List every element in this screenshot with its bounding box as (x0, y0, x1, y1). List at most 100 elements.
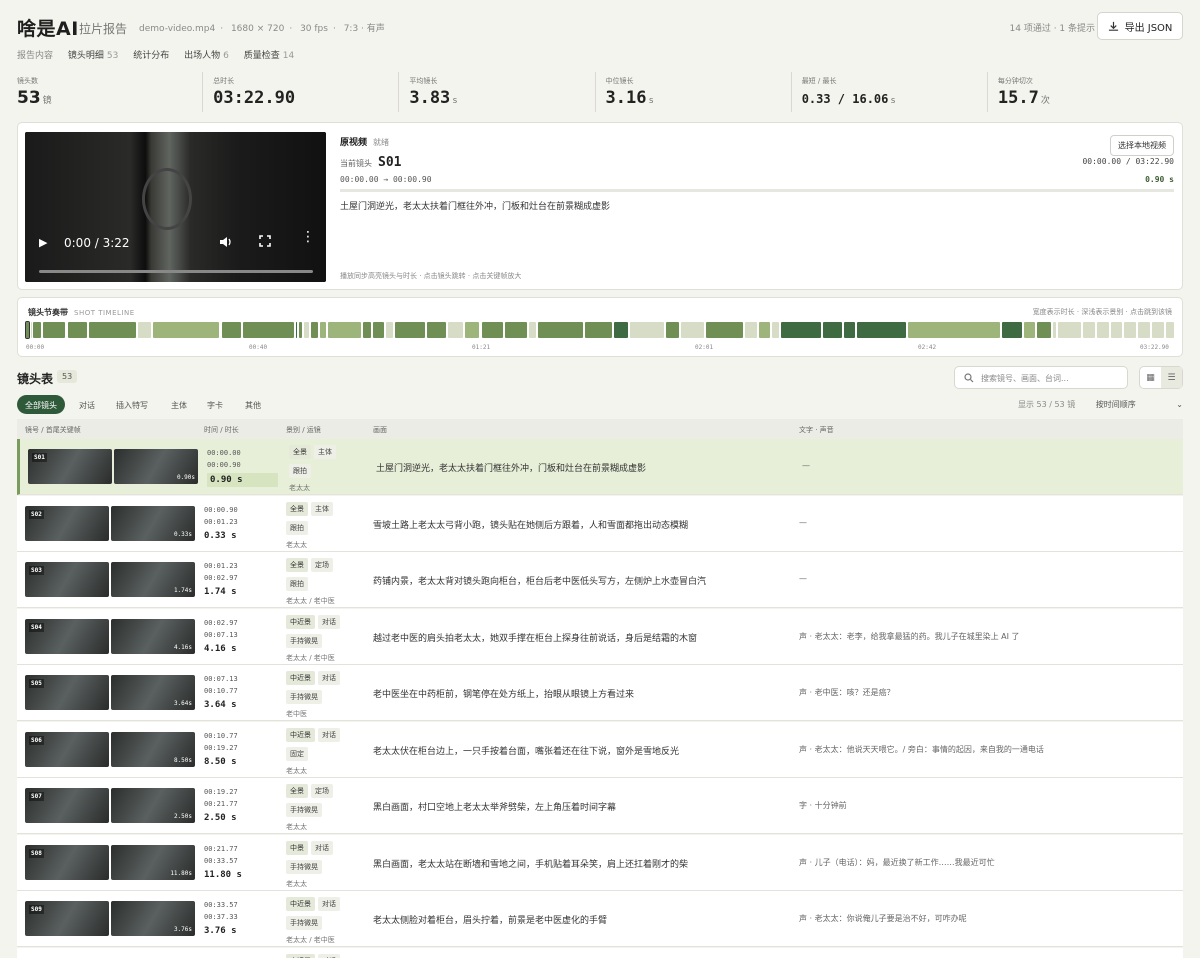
timeline-segment[interactable] (758, 322, 771, 338)
timeline-segment[interactable] (1058, 322, 1081, 338)
timeline-segment[interactable] (295, 322, 298, 338)
timeline-segment[interactable] (666, 322, 679, 338)
table-row[interactable]: S03 1.74s 00:01.23 00:02.97 1.74 s 全景 定场 跟拍 老太太 … (17, 552, 1183, 608)
timeline-segment[interactable] (152, 322, 220, 338)
filter-tab-all[interactable]: 全部镜头 (17, 395, 65, 414)
timeline-segment[interactable] (1036, 322, 1052, 338)
timeline-segment[interactable] (1082, 322, 1095, 338)
timeline-segment[interactable] (31, 322, 33, 338)
timeline-segment[interactable] (781, 322, 822, 338)
timeline-segment[interactable] (24, 321, 31, 339)
report-nav-item-stats[interactable]: 统计分布 (133, 51, 169, 61)
timeline-segment[interactable] (1096, 322, 1109, 338)
more-options-icon[interactable]: ⋮ (301, 230, 315, 244)
timeline-segment[interactable] (857, 322, 907, 338)
last-keyframe[interactable]: 4.16s (111, 618, 195, 654)
timeline-segment[interactable] (221, 322, 242, 338)
search-input[interactable]: 搜索镜号、画面、台词... (954, 366, 1128, 389)
timeline-segment[interactable] (529, 322, 536, 338)
timeline-segment[interactable] (1024, 322, 1035, 338)
timeline-segment[interactable] (427, 322, 446, 338)
timeline-segment[interactable] (299, 322, 302, 338)
timeline-segment[interactable] (310, 322, 318, 338)
timeline-segment[interactable] (395, 322, 426, 338)
first-keyframe[interactable]: S08 (25, 844, 109, 880)
sort-select[interactable]: 按时间顺序 (1096, 400, 1136, 409)
timeline-segment[interactable] (613, 322, 628, 338)
volume-icon[interactable] (219, 235, 233, 252)
first-keyframe[interactable]: S02 (25, 505, 109, 541)
timeline-segment[interactable] (327, 322, 361, 338)
last-keyframe[interactable]: 2.50s (111, 788, 195, 823)
video-player[interactable]: ▶ 0:00 / 3:22 ⋮ (25, 132, 326, 282)
first-keyframe[interactable]: S05 (25, 675, 109, 710)
timeline-segment[interactable] (1151, 322, 1164, 338)
timeline-segment[interactable] (744, 322, 757, 338)
export-json-button[interactable]: 导出 JSON (1097, 12, 1183, 40)
timeline-segment[interactable] (319, 322, 326, 338)
timeline-segment[interactable] (447, 322, 464, 338)
last-keyframe[interactable]: 11.80s (111, 844, 195, 880)
timeline-segment[interactable] (504, 322, 528, 338)
last-keyframe[interactable]: 1.74s (111, 562, 195, 597)
first-keyframe[interactable]: S07 (25, 788, 109, 823)
timeline-segment[interactable] (706, 322, 743, 338)
timeline-segment[interactable] (1137, 322, 1150, 338)
timeline-segment[interactable] (67, 322, 87, 338)
first-keyframe[interactable]: S06 (25, 731, 109, 767)
table-row[interactable]: S01 0.90s 00:00.00 00:00.90 0.90 s 全景 主体 跟拍 老太太 土… (17, 439, 1183, 495)
timeline-segment[interactable] (1001, 322, 1022, 338)
table-row[interactable]: S02 0.33s 00:00.90 00:01.23 0.33 s 全景 主体 跟拍 老太太 雪… (17, 495, 1183, 552)
timeline-segment[interactable] (243, 322, 294, 338)
first-keyframe[interactable]: S04 (25, 618, 109, 654)
timeline-segment[interactable] (138, 322, 151, 338)
timeline-segment[interactable] (386, 322, 394, 338)
last-keyframe[interactable]: 0.90s (114, 449, 198, 484)
first-keyframe[interactable]: S09 (25, 901, 109, 936)
fullscreen-icon[interactable] (259, 235, 271, 250)
timeline-segment[interactable] (1123, 322, 1136, 338)
timeline-segment[interactable] (465, 322, 480, 338)
timeline-segment[interactable] (680, 322, 705, 338)
table-row[interactable]: S08 11.80s 00:21.77 00:33.57 11.80 s 中景 对话 手持微晃… (17, 834, 1183, 891)
report-nav-item-shots[interactable]: 镜头明细 53 (68, 51, 118, 61)
first-keyframe[interactable]: S03 (25, 562, 109, 597)
last-keyframe[interactable]: 8.50s (111, 731, 195, 767)
select-local-video-button[interactable]: 选择本地视频 (1110, 135, 1174, 156)
timeline-segment[interactable] (373, 322, 384, 338)
table-row[interactable]: S06 8.50s 00:10.77 00:19.27 8.50 s 中近景 对话 固定 老太太… (17, 721, 1183, 778)
timeline-segment[interactable] (584, 322, 612, 338)
timeline-segment[interactable] (1053, 322, 1057, 338)
filter-tab-title-card[interactable]: 字卡 (199, 395, 231, 414)
report-nav-item-characters[interactable]: 出场人物 6 (184, 51, 229, 61)
timeline-segment[interactable] (908, 322, 1000, 338)
filter-tab-other[interactable]: 其他 (237, 395, 269, 414)
timeline-segment[interactable] (538, 322, 583, 338)
play-icon[interactable]: ▶ (39, 236, 47, 249)
timeline-segment[interactable] (33, 322, 42, 338)
timeline-segment[interactable] (1165, 322, 1174, 338)
timeline-segment[interactable] (772, 322, 780, 338)
table-row[interactable]: S09 3.76s 00:33.57 00:37.33 3.76 s 中近景 对话 手持微晃老… (17, 891, 1183, 947)
last-keyframe[interactable]: 3.76s (111, 901, 195, 936)
grid-view-icon[interactable]: ▦ (1140, 367, 1161, 388)
timeline-segment[interactable] (481, 322, 503, 338)
chevron-down-icon[interactable]: ⌄ (1176, 400, 1183, 409)
timeline-segment[interactable] (823, 322, 842, 338)
timeline-segment[interactable] (843, 322, 856, 338)
last-keyframe[interactable]: 3.64s (111, 675, 195, 710)
timeline-segment[interactable] (43, 322, 66, 338)
filter-tab-insert[interactable]: 插入特写 (108, 395, 156, 414)
table-row[interactable]: S07 2.50s 00:19.27 00:21.77 2.50 s 全景 定场 手持微晃 老太… (17, 778, 1183, 834)
last-keyframe[interactable]: 0.33s (111, 505, 195, 541)
report-nav-item-quality[interactable]: 质量检查 14 (244, 51, 294, 61)
timeline-segment[interactable] (630, 322, 665, 338)
table-row[interactable]: S04 4.16s 00:02.97 00:07.13 4.16 s 中近景 对话 手持微晃老… (17, 608, 1183, 665)
first-keyframe[interactable]: S01 (28, 449, 112, 484)
list-view-icon[interactable]: ☰ (1161, 367, 1182, 388)
timeline-segment[interactable] (303, 322, 309, 338)
timeline-segment[interactable] (1110, 322, 1122, 338)
table-row[interactable]: S1000:37.33中近景对话 (17, 947, 1183, 958)
filter-tab-dialogue[interactable]: 对话 (71, 395, 103, 414)
video-progress[interactable] (39, 270, 313, 273)
